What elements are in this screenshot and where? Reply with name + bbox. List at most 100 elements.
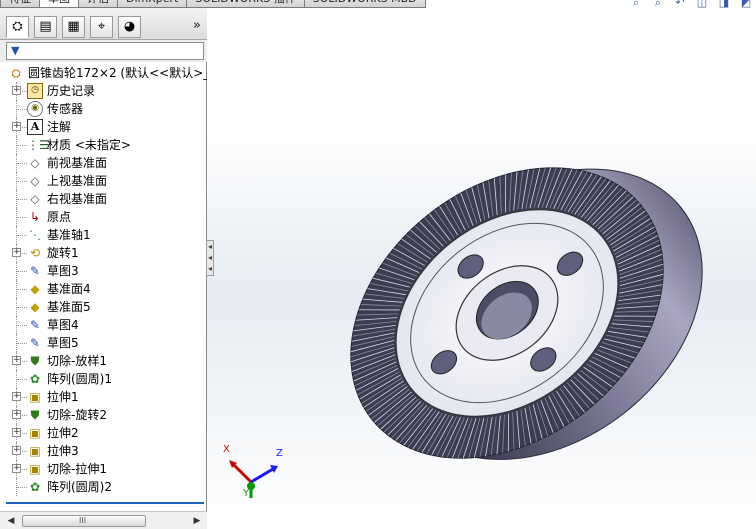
expand-toggle-icon[interactable]: +	[12, 410, 21, 419]
tree-item-label: 基准面4	[47, 282, 91, 296]
tree-item[interactable]: + ▣ 拉伸2	[0, 424, 207, 442]
tree-item-label: 旋转1	[47, 246, 79, 260]
reference-plane-icon: ◆	[30, 300, 40, 314]
tree-item[interactable]: ✿ 阵列(圆周)1	[0, 370, 207, 388]
expand-toggle-icon[interactable]: +	[12, 356, 21, 365]
tree-connector	[17, 271, 27, 272]
tree-item[interactable]: ✿ 阵列(圆周)2	[0, 478, 207, 496]
pane-collapse-handle[interactable]: ◂ ◂ ◂	[206, 240, 214, 276]
expand-toggle-icon[interactable]: +	[12, 248, 21, 257]
displaymanager-tab[interactable]: ◕	[118, 16, 141, 38]
tree-item[interactable]: ✎ 草图4	[0, 316, 207, 334]
view-orientation-icon[interactable]: ◨	[714, 0, 734, 10]
tree-item[interactable]: ⛭ 圆锥齿轮172×2 (默认<<默认>_	[0, 64, 207, 82]
tree-item[interactable]: + ▣ 切除-拉伸1	[0, 460, 207, 478]
dimxpert-icon: ⌖	[97, 19, 106, 34]
tree-item-label: 基准面5	[47, 300, 91, 314]
tree-item[interactable]: + ◷ 历史记录	[0, 82, 207, 100]
reference-plane-icon: ◆	[30, 282, 40, 296]
expand-toggle-icon[interactable]: +	[12, 446, 21, 455]
dimxpertmanager-tab[interactable]: ⌖	[90, 16, 113, 38]
tree-item[interactable]: + A 注解	[0, 118, 207, 136]
tree-connector	[17, 289, 27, 290]
expand-toggle-icon[interactable]: +	[12, 464, 21, 473]
propertymanager-tab[interactable]: ▤	[34, 16, 57, 38]
tree-connector	[17, 343, 27, 344]
expand-pane-icon[interactable]: »	[193, 19, 201, 33]
tree-item[interactable]: + ▣ 拉伸3	[0, 442, 207, 460]
tree-item-label: 草图4	[47, 318, 79, 332]
tree-item-label: 上视基准面	[47, 174, 108, 188]
scrollbar-grip-icon: III	[79, 516, 87, 525]
tree-item[interactable]: ◇ 上视基准面	[0, 172, 207, 190]
expand-toggle-icon[interactable]: +	[12, 392, 21, 401]
horizontal-scrollbar[interactable]: ◀ III ▶	[0, 511, 207, 529]
tree-connector	[17, 487, 27, 488]
extrude-icon: ▣	[29, 444, 41, 458]
display-style-icon[interactable]: ◩	[736, 0, 756, 10]
origin-icon: ↳	[29, 210, 41, 224]
tree-item[interactable]: ✎ 草图5	[0, 334, 207, 352]
tree-item[interactable]: ⋱ 基准轴1	[0, 226, 207, 244]
tree-item[interactable]: ◆ 基准面4	[0, 280, 207, 298]
tree-item[interactable]: + ▣ 拉伸1	[0, 388, 207, 406]
tree-item[interactable]: ◇ 右视基准面	[0, 190, 207, 208]
tree-item[interactable]: ◆ 基准面5	[0, 298, 207, 316]
tree-item[interactable]: ◇ 前视基准面	[0, 154, 207, 172]
scroll-left-arrow-icon[interactable]: ◀	[4, 515, 18, 527]
scroll-right-arrow-icon[interactable]: ▶	[190, 515, 204, 527]
tree-item-label: 基准轴1	[47, 228, 91, 242]
command-tab-2[interactable]: 评估	[78, 0, 118, 8]
filter-row: ▼	[0, 40, 207, 62]
gear-body	[350, 167, 703, 460]
configurationmanager-tab[interactable]: ▦	[62, 16, 85, 38]
tree-item-label: 拉伸2	[47, 426, 79, 440]
expand-toggle-icon[interactable]: +	[12, 86, 21, 95]
part-icon: ⛭	[11, 66, 21, 80]
tree-item[interactable]: ↳ 原点	[0, 208, 207, 226]
section-view-icon[interactable]: ◫	[692, 0, 712, 10]
graphics-area[interactable]: X Z Y	[207, 8, 756, 529]
expand-toggle-icon[interactable]: +	[12, 122, 21, 131]
tree-item[interactable]: ⋮☰ 材质 <未指定>	[0, 136, 207, 154]
tree-item[interactable]: + ⛊ 切除-放样1	[0, 352, 207, 370]
tree-item-label: 草图5	[47, 336, 79, 350]
tree-item[interactable]: ◉ 传感器	[0, 100, 207, 118]
zoom-area-icon[interactable]: ⌕	[648, 0, 668, 10]
scrollbar-thumb[interactable]: III	[22, 515, 146, 527]
command-tab-1[interactable]: 草图	[39, 0, 79, 8]
command-tab-3[interactable]: DimXpert	[117, 0, 188, 8]
tree-item[interactable]: + ⟲ 旋转1	[0, 244, 207, 262]
command-tab-4[interactable]: SOLIDWORKS 插件	[186, 0, 305, 8]
rollback-bar[interactable]	[6, 502, 204, 504]
tree-connector	[17, 379, 27, 380]
extrude-icon: ▣	[29, 426, 41, 440]
tree-filter-input[interactable]: ▼	[6, 42, 204, 60]
bevel-gear-model[interactable]	[207, 8, 756, 529]
feature-manager-pane: » ⛭ ▤ ▦ ⌖ ◕ ▼ ⛭ 圆锥齿轮172×2 (默认<<默认>_ + ◷ 历史记录 ◉ 传感器…	[0, 8, 207, 529]
tree-item[interactable]: + ⛊ 切除-旋转2	[0, 406, 207, 424]
tree-connector	[17, 235, 27, 236]
cut-extrude-icon: ▣	[29, 462, 41, 476]
command-tab-0[interactable]: 特征	[0, 0, 40, 8]
extrude-icon: ▣	[29, 390, 41, 404]
circular-pattern-icon: ✿	[29, 372, 41, 386]
tree-connector	[17, 163, 27, 164]
triad-z-label: Z	[276, 448, 283, 459]
triad-x-axis	[231, 462, 253, 484]
annotations-icon: A	[27, 119, 43, 135]
tree-item-label: 切除-拉伸1	[47, 462, 107, 476]
display-manager-icon: ◕	[123, 19, 136, 34]
circular-pattern-icon: ✿	[29, 480, 41, 494]
tree-item-label: 拉伸1	[47, 390, 79, 404]
filter-icon: ▼	[11, 44, 20, 57]
previous-view-icon[interactable]: ↶	[670, 0, 690, 10]
tree-item[interactable]: ✎ 草图3	[0, 262, 207, 280]
plane-icon: ◇	[30, 174, 40, 188]
manager-tab-bar: » ⛭ ▤ ▦ ⌖ ◕	[0, 8, 207, 40]
expand-toggle-icon[interactable]: +	[12, 428, 21, 437]
tree-connector	[17, 307, 27, 308]
command-tab-5[interactable]: SOLIDWORKS MBD	[303, 0, 426, 8]
zoom-fit-icon[interactable]: ⌕	[626, 0, 646, 10]
featuremanager-tab[interactable]: ⛭	[6, 16, 29, 38]
